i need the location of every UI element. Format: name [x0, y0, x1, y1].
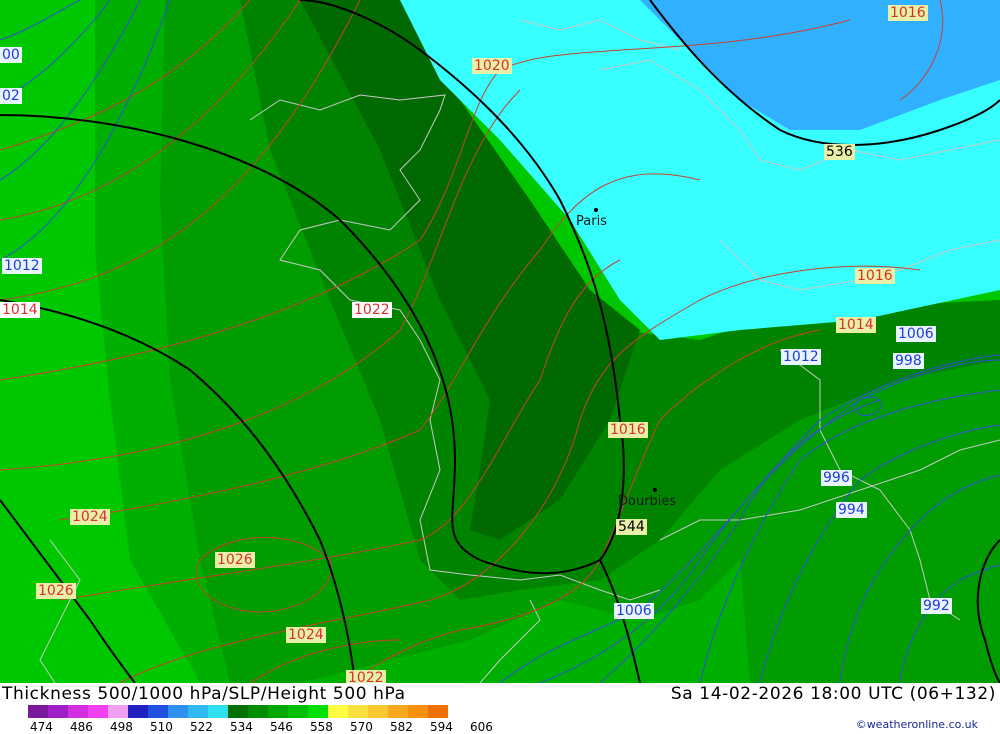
isobar-label: 1016	[608, 422, 648, 438]
legend-tick-label: 486	[70, 720, 93, 734]
isobar-label: 1016	[855, 268, 895, 284]
credit-link[interactable]: ©weatheronline.co.uk	[856, 718, 978, 731]
map-title: Thickness 500/1000 hPa/SLP/Height 500 hP…	[2, 684, 406, 704]
legend-swatch	[388, 705, 408, 718]
legend-tick-label: 606	[470, 720, 493, 734]
isobar-label: 02	[0, 88, 22, 104]
city-marker-paris	[594, 208, 598, 212]
legend-swatch	[128, 705, 148, 718]
legend-swatch	[108, 705, 128, 718]
legend-tick-label: 570	[350, 720, 373, 734]
isobar-label: 1022	[352, 302, 392, 318]
legend-swatch	[288, 705, 308, 718]
legend-swatch	[268, 705, 288, 718]
legend-swatch	[328, 705, 348, 718]
legend-swatch	[308, 705, 328, 718]
legend-tick-label: 522	[190, 720, 213, 734]
legend-swatch	[348, 705, 368, 718]
legend-tick-label: 546	[270, 720, 293, 734]
isobar-label: 1026	[36, 583, 76, 599]
legend-swatch	[408, 705, 428, 718]
legend-tick-label: 582	[390, 720, 413, 734]
weather-map: Paris Dourbies 1016 1020 1016 1014 1012 …	[0, 0, 1000, 686]
legend-swatch	[28, 705, 48, 718]
isobar-label: 1006	[614, 603, 654, 619]
legend-swatch	[428, 705, 448, 718]
isobar-label: 1012	[2, 258, 42, 274]
isobar-label: 992	[921, 598, 952, 614]
legend-tick-label: 594	[430, 720, 453, 734]
isobar-label: 1014	[836, 317, 876, 333]
isobar-label: 1016	[888, 5, 928, 21]
isobar-label: 994	[836, 502, 867, 518]
legend-swatch	[188, 705, 208, 718]
legend-swatch	[368, 705, 388, 718]
isobar-label: 00	[0, 47, 22, 63]
isobar-label: 1012	[781, 349, 821, 365]
legend-tick-label: 534	[230, 720, 253, 734]
legend-swatch	[228, 705, 248, 718]
legend-swatch	[168, 705, 188, 718]
legend-swatch	[88, 705, 108, 718]
legend-swatch	[208, 705, 228, 718]
isobar-label: 996	[821, 470, 852, 486]
city-label-paris: Paris	[576, 214, 607, 229]
legend-tick-label: 510	[150, 720, 173, 734]
isobar-label: 1014	[0, 302, 40, 318]
city-marker-dourbies	[653, 488, 657, 492]
city-label-dourbies: Dourbies	[618, 494, 677, 509]
legend-tick-label: 558	[310, 720, 333, 734]
isobar-label: 1020	[472, 58, 512, 74]
legend-tick-label: 474	[30, 720, 53, 734]
legend-tick-labels: 474 486 498 510 522 534 546 558 570 582 594 606	[30, 720, 510, 734]
legend-tick-label: 498	[110, 720, 133, 734]
legend-swatch	[148, 705, 168, 718]
map-footer: Thickness 500/1000 hPa/SLP/Height 500 hP…	[0, 683, 1000, 734]
color-legend	[28, 705, 448, 718]
legend-swatch	[248, 705, 268, 718]
legend-swatch	[68, 705, 88, 718]
isobar-label: 1024	[70, 509, 110, 525]
isobar-label: 1026	[215, 552, 255, 568]
map-canvas	[0, 0, 1000, 683]
height-contour-label: 544	[616, 519, 647, 535]
legend-swatch	[48, 705, 68, 718]
height-contour-label: 536	[824, 144, 855, 160]
isobar-label: 998	[893, 353, 924, 369]
map-timestamp: Sa 14-02-2026 18:00 UTC (06+132)	[670, 684, 996, 704]
isobar-label: 1006	[896, 326, 936, 342]
isobar-label: 1024	[286, 627, 326, 643]
